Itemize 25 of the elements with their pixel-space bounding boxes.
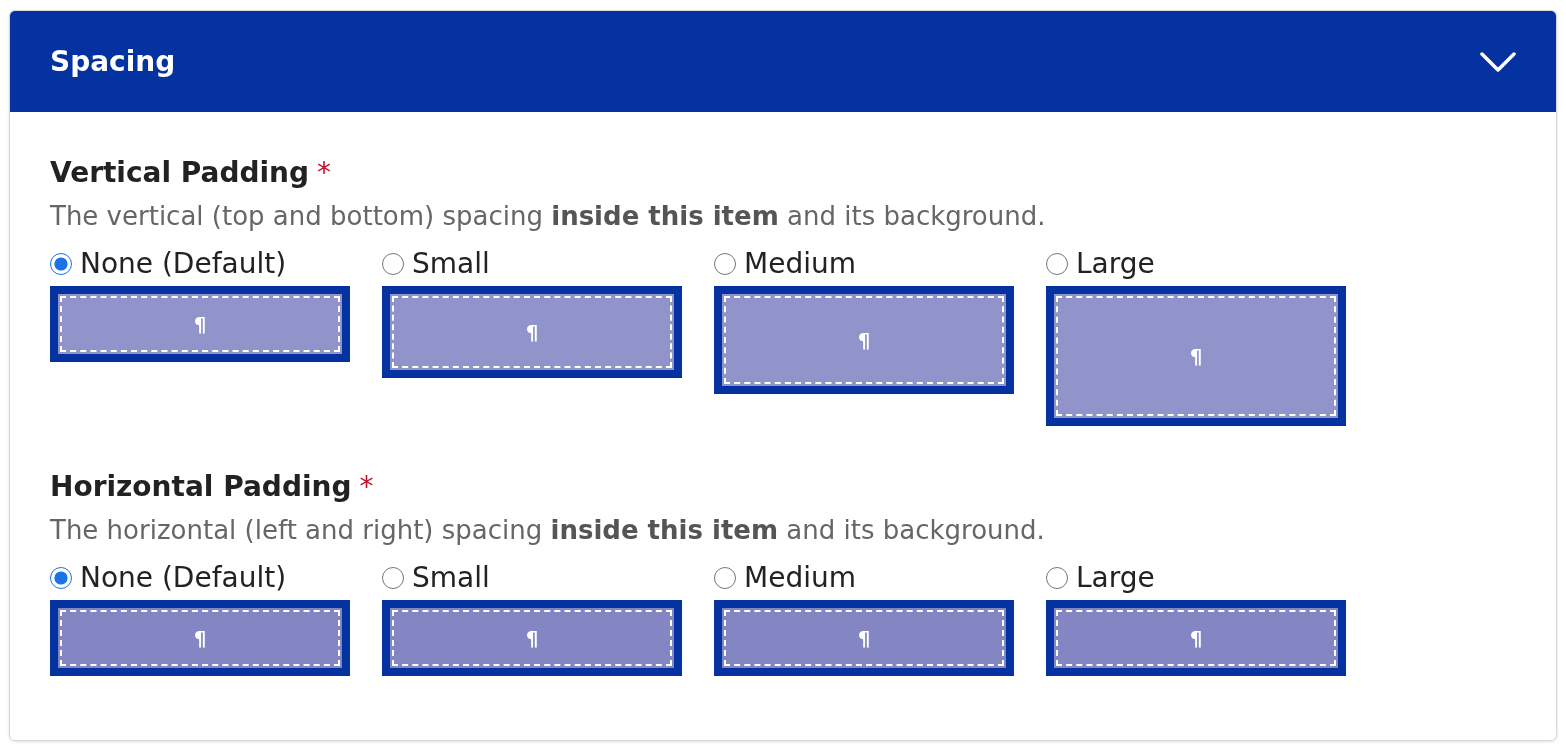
panel-header[interactable]: Spacing — [10, 11, 1556, 112]
panel-title: Spacing — [50, 43, 176, 80]
option-label[interactable]: Large — [1076, 560, 1155, 597]
field-label: Horizontal Padding — [50, 470, 352, 504]
radio-button[interactable] — [382, 567, 404, 590]
radio-button[interactable] — [1046, 253, 1068, 275]
radio-button[interactable] — [50, 567, 72, 590]
option-label[interactable]: Small — [412, 560, 490, 597]
radio-button[interactable] — [714, 567, 736, 590]
required-mark: * — [359, 469, 374, 506]
field-description: The vertical (top and bottom) spacing inside this item and its background. — [50, 200, 1047, 233]
chevron-down-icon[interactable] — [1480, 50, 1516, 73]
option-label[interactable]: Medium — [744, 560, 856, 597]
option-label[interactable]: Small — [412, 245, 490, 283]
option-label[interactable]: None (Default) — [80, 560, 287, 597]
radio-button[interactable] — [1046, 567, 1068, 590]
option-label[interactable]: None (Default) — [80, 245, 287, 283]
required-mark: * — [317, 155, 332, 191]
option-label[interactable]: Medium — [744, 245, 856, 283]
radio-button[interactable] — [50, 253, 72, 275]
radio-button[interactable] — [382, 253, 404, 275]
radio-button[interactable] — [714, 253, 736, 275]
field-label: Vertical Padding — [50, 156, 310, 190]
option-label[interactable]: Large — [1076, 245, 1155, 283]
field-description: The horizontal (left and right) spacing inside this item and its background. — [50, 514, 1046, 548]
